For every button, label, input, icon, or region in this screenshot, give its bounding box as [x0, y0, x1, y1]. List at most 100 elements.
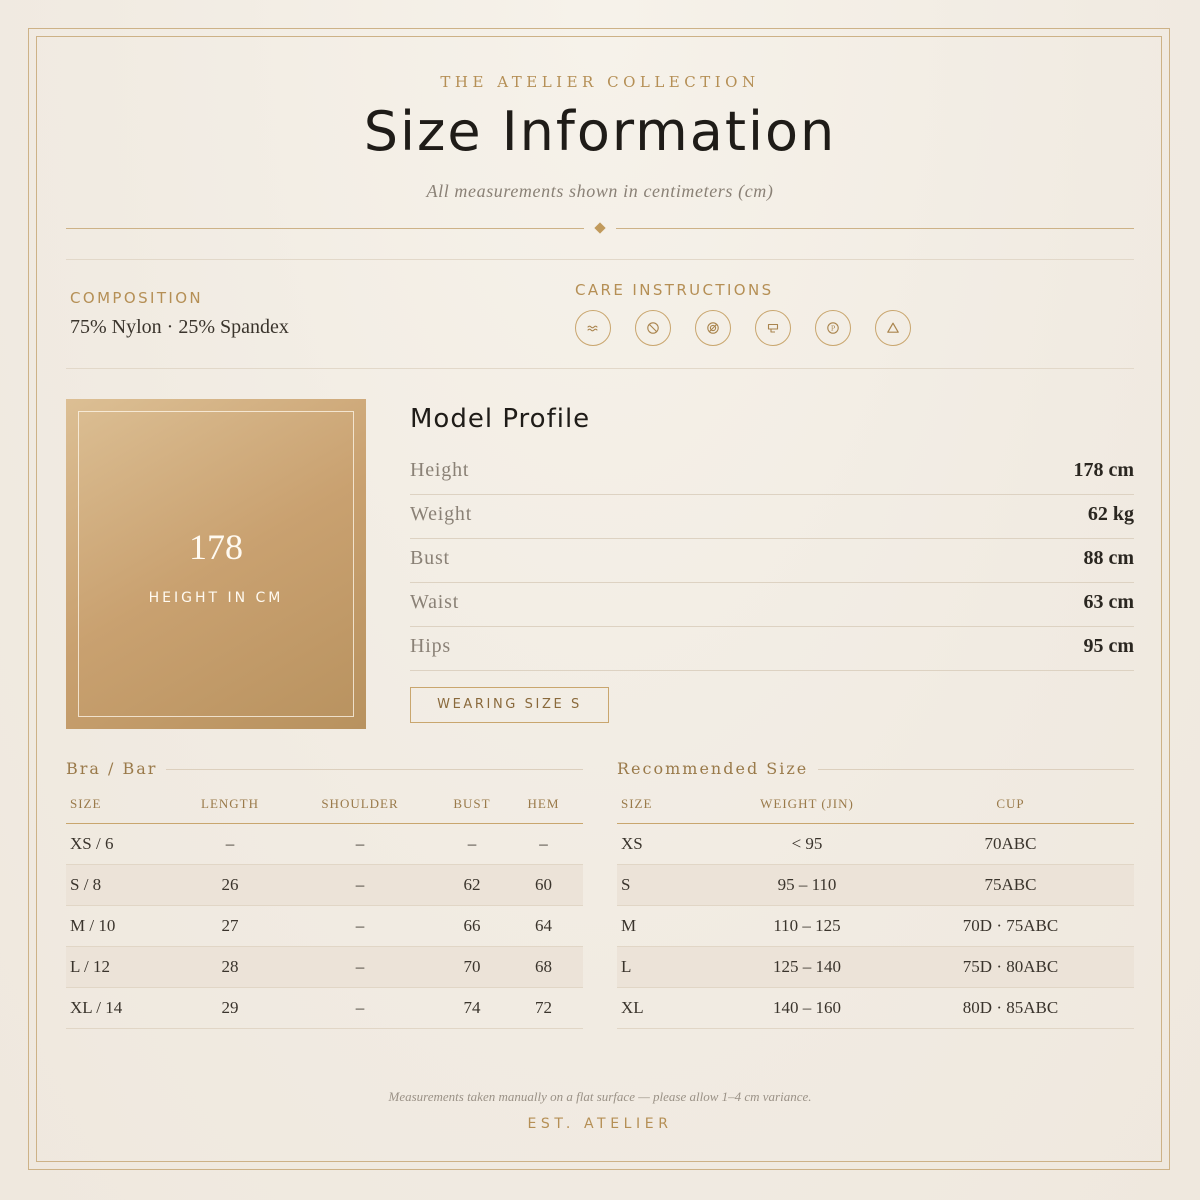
page-subtitle: All measurements shown in centimeters (c…: [426, 181, 774, 201]
table-cell: 125 – 140: [727, 946, 887, 988]
table-cell: M / 10: [66, 905, 180, 947]
table-cell: –: [280, 946, 440, 988]
column-header: BUST: [440, 785, 504, 824]
table-cell: 80D · 85ABC: [887, 987, 1134, 1029]
table-cell: 28: [180, 946, 280, 988]
page-title: Size Information: [363, 100, 837, 163]
profile-value: 62 kg: [1087, 503, 1134, 525]
table-cell: 74: [440, 987, 504, 1029]
table-cell: –: [504, 823, 583, 865]
table-cell: –: [180, 823, 280, 865]
divider-top: [66, 259, 1134, 260]
profile-row-waist: Waist 63 cm: [410, 583, 1134, 627]
profile-value: 63 cm: [1083, 591, 1134, 613]
column-header: HEM: [504, 785, 583, 824]
do-not-tumble-dry-icon: [695, 310, 731, 346]
table-cell: L: [617, 946, 727, 988]
table-cell: 140 – 160: [727, 987, 887, 1029]
table-row: XL / 14 29 – 74 72: [66, 987, 583, 1029]
column-header: CUP: [887, 785, 1134, 824]
table-cell: XS: [617, 823, 727, 865]
table-cell: 110 – 125: [727, 905, 887, 947]
table-cell: 62: [440, 864, 504, 906]
table-cell: XL / 14: [66, 987, 180, 1029]
wearing-size-badge: WEARING SIZE S: [410, 687, 609, 723]
table-row: XS < 95 70ABC: [617, 823, 1134, 865]
profile-value: 88 cm: [1083, 547, 1134, 569]
table-cell: L / 12: [66, 946, 180, 988]
recommended-table-title: Recommended Size: [617, 759, 809, 778]
bleach-triangle-icon: [875, 310, 911, 346]
svg-text:P: P: [831, 324, 836, 332]
profile-label: Hips: [410, 635, 451, 657]
profile-label: Weight: [410, 503, 473, 525]
divider-middle: [66, 368, 1134, 369]
do-not-bleach-icon: [635, 310, 671, 346]
table-cell: 26: [180, 864, 280, 906]
table-row: M / 10 27 – 66 64: [66, 905, 583, 947]
table-cell: 29: [180, 987, 280, 1029]
table-cell: –: [280, 823, 440, 865]
profile-label: Bust: [410, 547, 450, 569]
column-header: SIZE: [617, 785, 727, 824]
profile-row-hips: Hips 95 cm: [410, 627, 1134, 671]
table-row: XS / 6 – – – –: [66, 823, 583, 865]
table-header-row: SIZE LENGTH SHOULDER BUST HEM: [66, 785, 583, 824]
composition-value: 75% Nylon · 25% Spandex: [70, 316, 289, 338]
bra-table-title: Bra / Bar: [66, 759, 158, 778]
column-header: SHOULDER: [280, 785, 440, 824]
profile-label: Waist: [410, 591, 460, 613]
table-row: S 95 – 110 75ABC: [617, 864, 1134, 906]
care-instructions-label: CARE INSTRUCTIONS: [575, 281, 774, 299]
model-profile-title: Model Profile: [410, 404, 591, 434]
measurement-footnote: Measurements taken manually on a flat su…: [388, 1089, 812, 1104]
table-cell: 95 – 110: [727, 864, 887, 906]
table-cell: 60: [504, 864, 583, 906]
bra-title-rule: [166, 769, 583, 770]
table-cell: S: [617, 864, 727, 906]
bra-size-table: SIZE LENGTH SHOULDER BUST HEM XS / 6 – –…: [66, 785, 583, 1029]
hero-height-caption: HEIGHT IN CM: [148, 590, 284, 606]
table-cell: 66: [440, 905, 504, 947]
table-cell: –: [280, 987, 440, 1029]
profile-label: Height: [410, 459, 470, 481]
profile-value: 178 cm: [1073, 459, 1134, 481]
footer-brand-mark: EST. ATELIER: [527, 1116, 673, 1132]
table-cell: XL: [617, 987, 727, 1029]
table-cell: 70D · 75ABC: [887, 905, 1134, 947]
table-cell: 64: [504, 905, 583, 947]
ornament-line-right: [616, 228, 1134, 229]
table-cell: M: [617, 905, 727, 947]
collection-eyebrow: THE ATELIER COLLECTION: [440, 73, 760, 91]
table-cell: 27: [180, 905, 280, 947]
table-row: L 125 – 140 75D · 80ABC: [617, 946, 1134, 988]
hero-height-number: 178: [189, 527, 243, 567]
recommended-title-rule: [818, 769, 1134, 770]
column-header: WEIGHT (JIN): [727, 785, 887, 824]
table-cell: –: [440, 823, 504, 865]
table-row: S / 8 26 – 62 60: [66, 864, 583, 906]
table-cell: < 95: [727, 823, 887, 865]
profile-row-height: Height 178 cm: [410, 451, 1134, 495]
hand-wash-icon: [575, 310, 611, 346]
profile-row-bust: Bust 88 cm: [410, 539, 1134, 583]
table-cell: –: [280, 905, 440, 947]
iron-low-icon: [755, 310, 791, 346]
column-header: LENGTH: [180, 785, 280, 824]
table-cell: 70ABC: [887, 823, 1134, 865]
column-header: SIZE: [66, 785, 180, 824]
profile-value: 95 cm: [1083, 635, 1134, 657]
table-cell: 68: [504, 946, 583, 988]
ornament-line-left: [66, 228, 584, 229]
dry-clean-icon: P: [815, 310, 851, 346]
table-cell: –: [280, 864, 440, 906]
table-cell: 70: [440, 946, 504, 988]
table-cell: 75D · 80ABC: [887, 946, 1134, 988]
table-row: XL 140 – 160 80D · 85ABC: [617, 987, 1134, 1029]
table-row: M 110 – 125 70D · 75ABC: [617, 905, 1134, 947]
table-cell: 72: [504, 987, 583, 1029]
table-row: L / 12 28 – 70 68: [66, 946, 583, 988]
table-header-row: SIZE WEIGHT (JIN) CUP: [617, 785, 1134, 824]
composition-label: COMPOSITION: [70, 289, 204, 307]
profile-row-weight: Weight 62 kg: [410, 495, 1134, 539]
